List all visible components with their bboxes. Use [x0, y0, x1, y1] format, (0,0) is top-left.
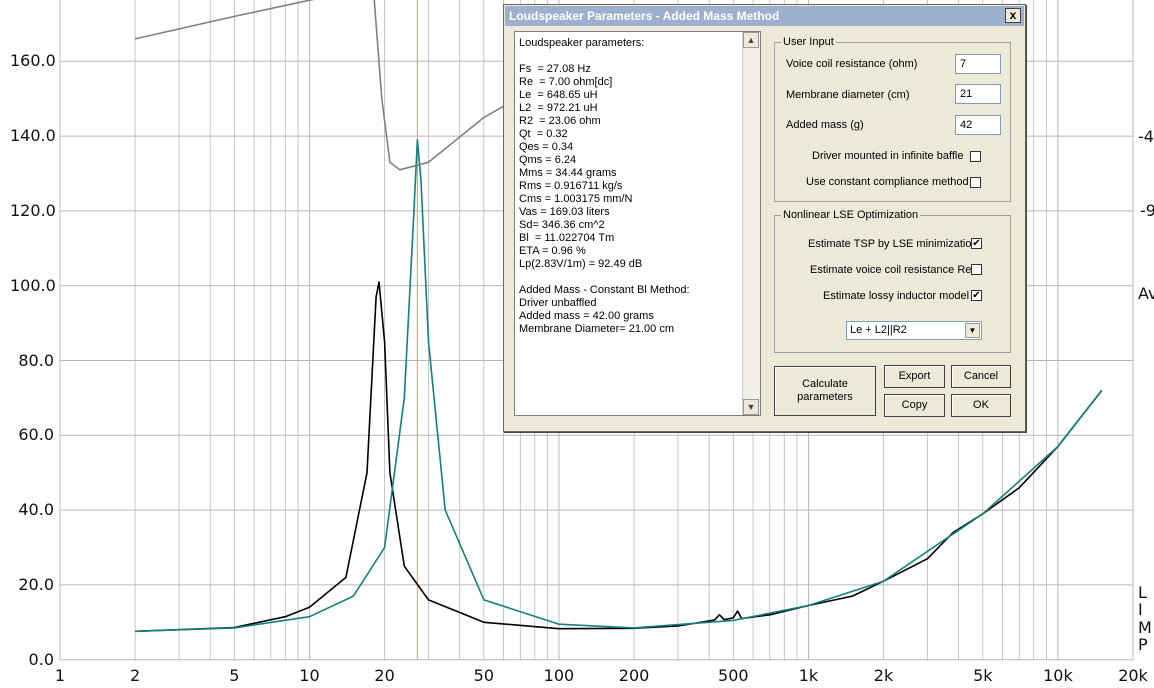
copy-button[interactable]: Copy: [884, 394, 945, 417]
scroll-up-icon[interactable]: ▲: [743, 32, 759, 48]
y-tick-label: 0.0: [28, 649, 54, 669]
constant-compliance-checkbox[interactable]: [970, 177, 981, 188]
x-tick-label: 50: [473, 666, 495, 685]
infinite-baffle-label: Driver mounted in infinite baffle: [812, 150, 964, 162]
lossy-inductor-checkbox[interactable]: ✔: [971, 290, 982, 301]
x-tick-label: 2k: [873, 666, 894, 685]
x-tick-label: 100: [543, 666, 575, 685]
voice-coil-label: Voice coil resistance (ohm): [786, 58, 918, 70]
right-axis-label: Av: [1138, 284, 1154, 303]
dialog-titlebar[interactable]: Loudspeaker Parameters - Added Mass Meth…: [505, 6, 1024, 26]
membrane-diameter-input[interactable]: [955, 84, 1001, 104]
right-axis-label: I: [1138, 600, 1143, 619]
y-tick-label: 140.0: [10, 126, 56, 146]
parameters-scrollbar[interactable]: ▲ ▼: [742, 32, 760, 415]
right-axis-label: -4: [1138, 127, 1154, 146]
parameters-text: Loudspeaker parameters: Fs = 27.08 Hz Re…: [519, 37, 690, 335]
inductor-model-value: Le + L2||R2: [850, 324, 907, 336]
ok-button[interactable]: OK: [951, 394, 1011, 417]
right-axis-label: P: [1138, 635, 1148, 654]
infinite-baffle-checkbox[interactable]: [970, 151, 981, 162]
dialog-title: Loudspeaker Parameters - Added Mass Meth…: [509, 9, 780, 23]
constant-compliance-label: Use constant compliance method: [806, 176, 969, 188]
y-tick-label: 60.0: [18, 425, 54, 445]
estimate-tsp-label: Estimate TSP by LSE minimization: [808, 238, 978, 250]
added-mass-label: Added mass (g): [786, 119, 864, 131]
lossy-inductor-label: Estimate lossy inductor model: [823, 290, 970, 302]
y-tick-label: 80.0: [18, 350, 54, 370]
y-tick-label: 100.0: [10, 275, 56, 295]
estimate-re-label: Estimate voice coil resistance Re: [810, 264, 972, 276]
estimate-tsp-checkbox[interactable]: ✔: [971, 238, 982, 249]
x-tick-label: 10: [299, 666, 320, 685]
membrane-diameter-label: Membrane diameter (cm): [786, 89, 910, 101]
close-icon[interactable]: x: [1005, 8, 1021, 23]
y-tick-label: 120.0: [10, 200, 56, 220]
y-tick-label: 40.0: [18, 500, 54, 520]
inductor-model-select[interactable]: Le + L2||R2 ▼: [846, 321, 982, 340]
y-tick-label: 20.0: [18, 574, 54, 594]
x-tick-label: 10k: [1043, 666, 1073, 685]
parameters-textarea[interactable]: Loudspeaker parameters: Fs = 27.08 Hz Re…: [514, 31, 761, 416]
x-tick-label: 500: [718, 666, 749, 685]
x-tick-label: 200: [618, 666, 650, 685]
curve-phase: [134, 0, 504, 171]
export-button[interactable]: Export: [884, 365, 945, 388]
y-tick-label: 160.0: [10, 51, 56, 71]
x-tick-label: 1k: [798, 666, 819, 685]
voice-coil-input[interactable]: [955, 54, 1001, 74]
estimate-re-checkbox[interactable]: [971, 264, 982, 275]
cancel-button[interactable]: Cancel: [951, 365, 1011, 388]
x-tick-label: 20: [374, 666, 395, 685]
user-input-legend: User Input: [783, 36, 834, 48]
loudspeaker-parameters-dialog: Loudspeaker Parameters - Added Mass Meth…: [503, 4, 1026, 432]
x-tick-label: 1: [54, 666, 66, 685]
x-tick-label: 20k: [1118, 666, 1148, 685]
scroll-down-icon[interactable]: ▼: [743, 399, 759, 415]
added-mass-input[interactable]: [955, 115, 1001, 135]
x-tick-label: 5: [229, 666, 240, 685]
lse-legend: Nonlinear LSE Optimization: [783, 209, 919, 221]
x-tick-label: 5k: [973, 666, 993, 685]
chevron-down-icon[interactable]: ▼: [965, 323, 980, 338]
x-tick-label: 2: [130, 666, 141, 685]
calculate-parameters-button[interactable]: Calculate parameters: [774, 366, 876, 416]
right-axis-label: -9: [1140, 201, 1154, 220]
